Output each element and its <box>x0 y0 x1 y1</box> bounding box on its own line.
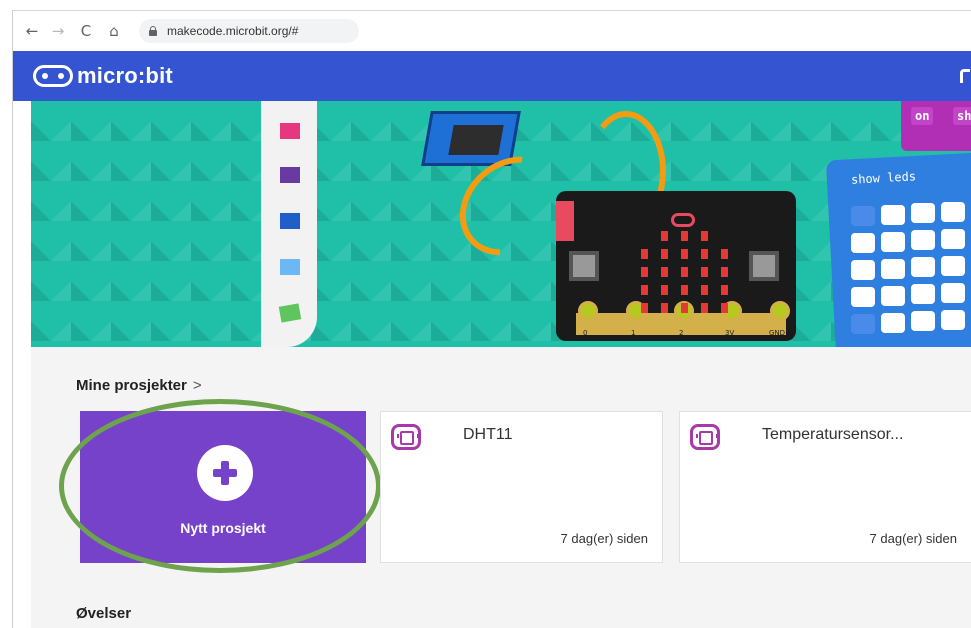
board-led <box>721 285 728 295</box>
hero-banner: 0 1 2 3V GND on sh show leds <box>31 101 971 347</box>
board-led <box>681 303 688 313</box>
exercises-heading[interactable]: Øvelser <box>76 605 131 622</box>
board-led <box>701 249 708 259</box>
pin-label: 3V <box>725 329 735 337</box>
project-icon <box>690 424 720 450</box>
board-led <box>701 267 708 277</box>
show-leds-cell <box>911 230 935 250</box>
board-led <box>661 303 668 313</box>
home-icon[interactable]: ⌂ <box>103 20 125 42</box>
board-button-b <box>749 251 779 281</box>
project-card[interactable]: Temperatursensor... 7 dag(er) siden <box>679 411 971 563</box>
back-arrow-icon[interactable]: ← <box>21 20 43 42</box>
board-led <box>701 231 708 241</box>
show-leds-cell <box>851 287 875 307</box>
board-led <box>701 303 708 313</box>
board-led <box>681 267 688 277</box>
board-led <box>661 267 668 277</box>
new-project-button[interactable]: Nytt prosjekt <box>80 411 366 563</box>
plus-icon <box>197 445 253 501</box>
show-leds-cell <box>941 228 965 249</box>
show-leds-cell <box>911 203 935 223</box>
block-on-label: on <box>911 107 934 125</box>
show-leds-cell <box>881 312 905 333</box>
board-led <box>721 267 728 277</box>
board-led <box>661 249 668 259</box>
forward-arrow-icon[interactable]: → <box>47 20 69 42</box>
lock-icon <box>149 26 157 36</box>
board-pin <box>770 301 790 321</box>
palette-swatch <box>280 213 300 229</box>
board-led <box>681 231 688 241</box>
show-leds-cell <box>881 258 905 279</box>
project-title: DHT11 <box>463 426 513 443</box>
show-leds-cell <box>851 233 875 253</box>
show-leds-cell <box>941 255 965 276</box>
show-leds-cell <box>851 314 875 334</box>
board-led <box>681 249 688 259</box>
board-led <box>681 285 688 295</box>
show-leds-cell <box>911 257 935 277</box>
board-led <box>641 267 648 277</box>
board-led <box>721 303 728 313</box>
board-led <box>641 285 648 295</box>
palette-swatch <box>278 303 302 323</box>
logo-text: micro:bit <box>77 63 173 88</box>
show-leds-cell <box>881 231 905 252</box>
reload-icon[interactable]: C <box>75 20 97 42</box>
project-card[interactable]: DHT11 7 dag(er) siden <box>380 411 663 563</box>
show-leds-cell <box>911 284 935 304</box>
palette-swatch <box>280 123 300 139</box>
my-projects-heading[interactable]: Mine prosjekter > <box>76 377 202 394</box>
address-bar[interactable]: makecode.microbit.org/# <box>139 19 359 43</box>
project-time: 7 dag(er) siden <box>560 531 648 546</box>
board-button-a <box>569 251 599 281</box>
url-text: makecode.microbit.org/# <box>167 24 299 38</box>
exercises-title: Øvelser <box>76 605 132 622</box>
pin-label: 0 <box>583 329 588 337</box>
show-leds-cell <box>851 206 875 226</box>
board-led <box>701 285 708 295</box>
pin-label: 1 <box>631 329 636 337</box>
palette-swatch <box>280 259 300 275</box>
show-leds-cell <box>941 282 965 303</box>
board-led <box>641 303 648 313</box>
new-project-label: Nytt prosjekt <box>180 520 266 536</box>
project-title: Temperatursensor... <box>762 426 904 443</box>
pin-label: 2 <box>679 329 684 337</box>
app-header: micro:bit <box>13 51 971 101</box>
microbit-logo-icon <box>33 65 73 87</box>
block-sh-label: sh <box>953 107 971 125</box>
project-time: 7 dag(er) siden <box>869 531 957 546</box>
show-leds-cell <box>881 285 905 306</box>
microbit-logo[interactable]: micro:bit <box>33 63 173 89</box>
my-projects-title: Mine prosjekter <box>76 377 187 394</box>
browser-window: ← → C ⌂ makecode.microbit.org/# micro:bi… <box>12 10 971 628</box>
palette-swatch <box>280 167 300 183</box>
show-leds-cell <box>911 311 935 331</box>
show-leds-cell <box>881 204 905 225</box>
board-led <box>641 249 648 259</box>
board-edge <box>556 201 574 241</box>
browser-toolbar: ← → C ⌂ makecode.microbit.org/# <box>13 11 971 51</box>
board-logo-icon <box>671 213 695 227</box>
pin-label: GND <box>769 329 786 337</box>
chevron-right-icon: > <box>192 377 202 394</box>
show-leds-cell <box>941 201 965 222</box>
board-pin <box>578 301 598 321</box>
project-icon <box>391 424 421 450</box>
header-menu-icon[interactable] <box>960 69 970 83</box>
board-led <box>721 249 728 259</box>
show-leds-cell <box>941 309 965 330</box>
board-led <box>661 231 668 241</box>
show-leds-cell <box>851 260 875 280</box>
board-led <box>661 285 668 295</box>
